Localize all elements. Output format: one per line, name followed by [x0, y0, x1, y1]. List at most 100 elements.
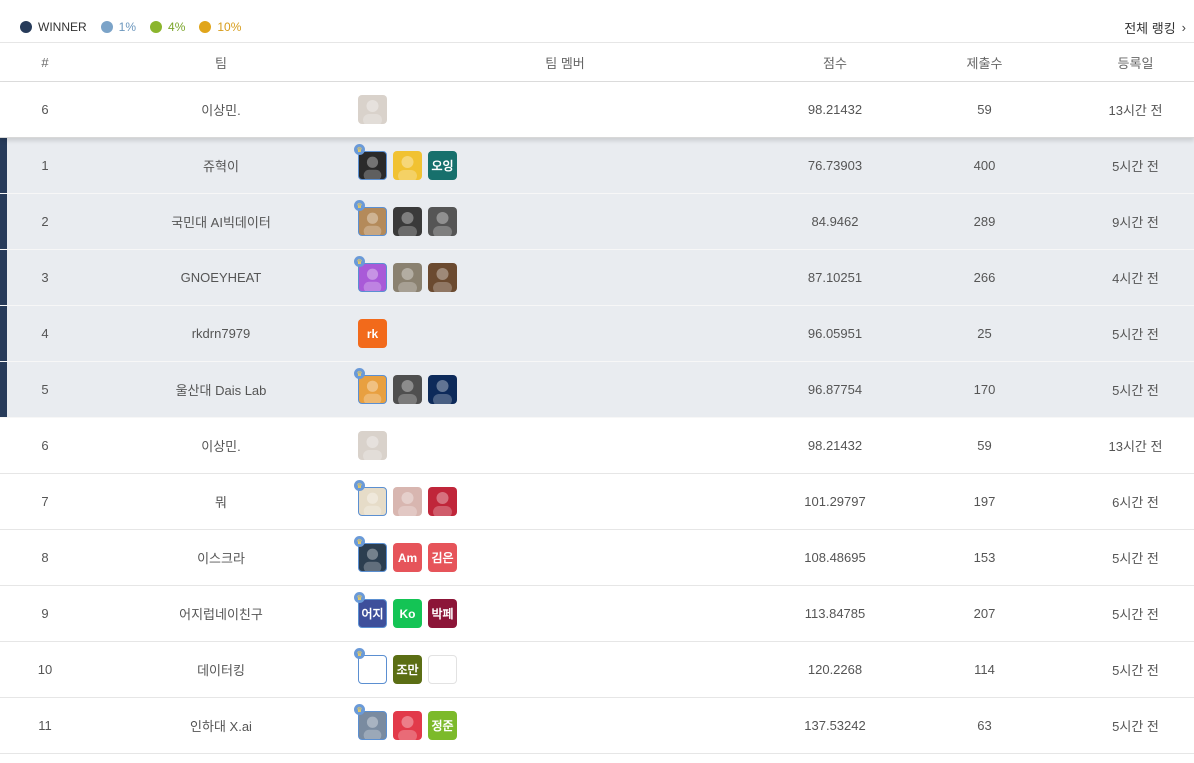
crown-icon: ♛	[354, 704, 365, 715]
team-members-cell: ♛ Am 김은	[352, 536, 778, 572]
my-team-row[interactable]: 6 이상민. 98.21432 59 13시간 전	[0, 82, 1194, 138]
person-photo-icon	[358, 543, 387, 572]
member-avatar[interactable]	[428, 655, 457, 684]
space-photo-icon	[428, 375, 457, 404]
score-cell: 96.05951	[807, 326, 863, 341]
table-row[interactable]: 4 rkdrn7979 rk 96.05951 25 5시간 전	[0, 306, 1194, 362]
member-avatar[interactable]: ♛	[354, 144, 387, 180]
table-row[interactable]: 2 국민대 AI빅데이터 ♛ 84.9462 289 9시간 전	[0, 194, 1194, 250]
member-avatar[interactable]: ♛	[354, 536, 387, 572]
flower-photo-icon	[393, 711, 422, 740]
person-photo-icon	[428, 487, 457, 516]
avatar-initials: 어지	[358, 599, 387, 628]
person-photo-icon	[358, 711, 387, 740]
member-avatar[interactable]	[393, 151, 422, 180]
member-avatar[interactable]: ♛	[354, 648, 387, 684]
member-avatar[interactable]: rk	[358, 319, 387, 348]
member-avatar[interactable]: 조만	[393, 655, 422, 684]
member-avatar[interactable]: 김은	[428, 543, 457, 572]
registered-cell: 9시간 전	[1112, 215, 1159, 230]
header-registered: 등록일	[1117, 55, 1154, 71]
submissions-cell: 25	[977, 326, 992, 341]
submissions-cell: 207	[973, 606, 996, 621]
member-avatar[interactable]: 어지 ♛	[354, 592, 387, 628]
team-members-cell: ♛	[352, 480, 778, 516]
score-cell: 137.53242	[804, 718, 866, 733]
table-row[interactable]: 6 이상민. 98.21432 59 13시간 전	[0, 418, 1194, 474]
table-row[interactable]: 1 쥬혁이 ♛ 오잉 76.73903 400 5시간 전	[0, 138, 1194, 194]
member-avatar[interactable]: ♛	[354, 704, 387, 740]
character-photo-icon	[393, 151, 422, 180]
person-photo-icon	[393, 487, 422, 516]
header-submissions: 제출수	[966, 55, 1003, 71]
table-row[interactable]: 9 어지럽네이친구 어지 ♛ Ko 박페 113.84785 207 5시간 전	[0, 586, 1194, 642]
member-avatar[interactable]: ♛	[354, 368, 387, 404]
member-avatar[interactable]: 박페	[428, 599, 457, 628]
member-avatar[interactable]	[428, 375, 457, 404]
pirate-photo-icon	[358, 263, 387, 292]
team-name-cell: 이상민.	[201, 103, 241, 118]
team-name-cell: 어지럽네이친구	[179, 607, 263, 622]
table-row[interactable]: 8 이스크라 ♛ Am 김은 108.48695 153 5시간 전	[0, 530, 1194, 586]
member-avatar[interactable]	[393, 207, 422, 236]
table-row[interactable]: 10 데이터킹 ♛ 조만 120.2268 114 5시간 전	[0, 642, 1194, 698]
score-cell: 76.73903	[807, 158, 863, 173]
overall-ranking-label: 전체 랭킹	[1124, 21, 1176, 36]
team-name-cell: 울산대 Dais Lab	[175, 383, 267, 398]
member-avatar[interactable]	[428, 263, 457, 292]
header-team: 팀	[215, 55, 227, 71]
team-members-cell: rk	[352, 319, 778, 348]
score-cell: 98.21432	[807, 102, 863, 117]
rank-cell: 5	[41, 382, 49, 397]
member-avatar[interactable]: 정준	[428, 711, 457, 740]
avatar-initials: Am	[393, 543, 422, 572]
member-avatar[interactable]: ♛	[354, 200, 387, 236]
registered-cell: 5시간 전	[1112, 663, 1159, 678]
member-avatar[interactable]	[428, 207, 457, 236]
bear-photo-icon	[358, 207, 387, 236]
team-name-cell: 이스크라	[197, 551, 245, 566]
table-row[interactable]: 5 울산대 Dais Lab ♛ 96.87754 170 5시간 전	[0, 362, 1194, 418]
avatar-initials: Ko	[393, 599, 422, 628]
member-avatar[interactable]	[428, 487, 457, 516]
legend-dot-icon	[150, 21, 163, 33]
scene-photo-icon	[428, 263, 457, 292]
rank-cell: 7	[41, 494, 49, 509]
score-cell: 87.10251	[807, 270, 863, 285]
table-row[interactable]: 7 뭐 ♛ 101.29797 197 6시간 전	[0, 474, 1194, 530]
score-cell: 120.2268	[807, 662, 863, 677]
submissions-cell: 266	[973, 270, 996, 285]
header-score: 점수	[823, 55, 847, 71]
member-avatar[interactable]	[393, 711, 422, 740]
registered-cell: 5시간 전	[1112, 719, 1159, 734]
score-cell: 113.84785	[804, 606, 866, 621]
team-name-cell: 이상민.	[201, 439, 241, 454]
member-avatar[interactable]: Am	[393, 543, 422, 572]
team-name-cell: GNOEYHEAT	[180, 270, 262, 285]
legend: WINNER 1% 4% 10%	[20, 18, 241, 36]
person-photo-icon	[393, 375, 422, 404]
member-avatar[interactable]	[358, 431, 387, 460]
member-avatar[interactable]: ♛	[354, 480, 387, 516]
member-avatar[interactable]	[358, 95, 387, 124]
table-row[interactable]: 11 인하대 X.ai ♛ 정준 137.53242 63 5시간 전	[0, 698, 1194, 754]
member-avatar[interactable]: Ko	[393, 599, 422, 628]
legend-item: 4%	[150, 20, 185, 34]
overall-ranking-link[interactable]: 전체 랭킹 ›	[1124, 18, 1186, 37]
member-avatar[interactable]: 오잉	[428, 151, 457, 180]
crown-icon: ♛	[354, 592, 365, 603]
member-avatar[interactable]	[393, 263, 422, 292]
team-name-cell: 쥬혁이	[203, 159, 239, 174]
member-avatar[interactable]	[393, 487, 422, 516]
registered-cell: 13시간 전	[1108, 103, 1163, 118]
header-members: 팀 멤버	[545, 55, 585, 71]
person-photo-icon	[393, 207, 422, 236]
table-row[interactable]: 3 GNOEYHEAT ♛ 87.10251 266 4시간 전	[0, 250, 1194, 306]
member-avatar[interactable]: ♛	[354, 256, 387, 292]
member-avatar[interactable]	[393, 375, 422, 404]
score-cell: 98.21432	[807, 438, 863, 453]
team-members-cell	[352, 431, 778, 460]
team-members-cell: 어지 ♛ Ko 박페	[352, 592, 778, 628]
cat-photo-icon	[393, 263, 422, 292]
person-photo-icon	[428, 207, 457, 236]
